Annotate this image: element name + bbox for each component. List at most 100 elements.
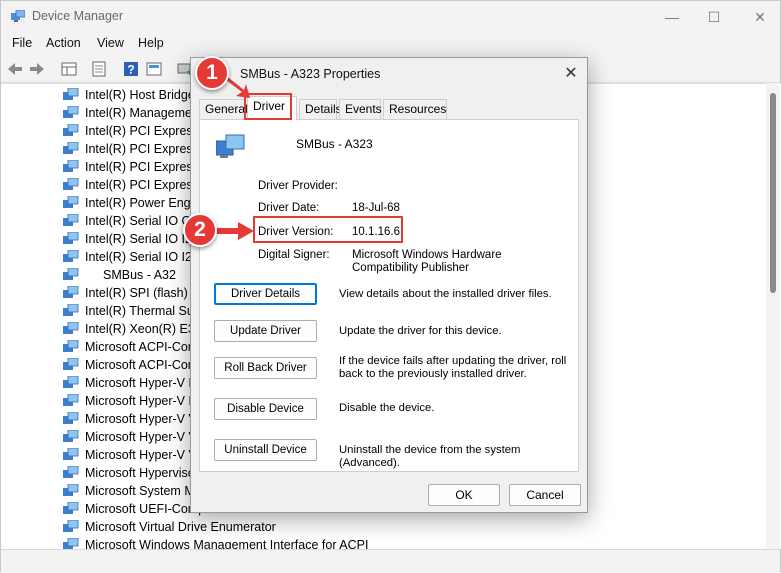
dialog-close-button[interactable]: ✕ [559, 64, 583, 84]
tree-item[interactable]: Microsoft Hyper-V V [63, 446, 197, 464]
system-device-icon [63, 484, 79, 496]
tree-item-label: Intel(R) Host Bridge/ [85, 88, 199, 102]
digital-signer-value: Microsoft Windows Hardware Compatibility… [352, 249, 502, 274]
tree-item-label: Microsoft System M [85, 484, 195, 498]
device-manager-icon [11, 10, 25, 22]
status-bar [1, 549, 780, 573]
tree-item-label: Intel(R) Serial IO I2 [85, 232, 192, 246]
maximize-button[interactable]: ☐ [691, 1, 737, 33]
step-1-marker: 1 [195, 56, 229, 90]
vertical-scrollbar[interactable] [766, 83, 780, 549]
system-device-icon [63, 196, 79, 208]
title-bar: Device Manager — ☐ ✕ [1, 1, 780, 33]
system-device-icon [63, 268, 79, 280]
system-device-icon [63, 430, 79, 442]
tree-item[interactable]: Intel(R) Power Engin [63, 194, 200, 212]
tree-item-label: Intel(R) SPI (flash) Co [85, 286, 208, 300]
system-device-icon [63, 520, 79, 532]
scrollbar-thumb[interactable] [770, 93, 776, 293]
tree-item[interactable]: Microsoft Hyper-V N [63, 374, 198, 392]
tree-item[interactable]: Intel(R) Xeon(R) E3 - [63, 320, 202, 338]
tree-item-label: Microsoft ACPI-Com [85, 340, 199, 354]
uninstall-device-description: Uninstall the device from the system (Ad… [339, 444, 521, 469]
update-driver-button[interactable]: Update Driver [214, 320, 317, 342]
help-icon[interactable]: ? [121, 59, 141, 79]
digital-signer-label: Digital Signer: [258, 249, 330, 261]
tree-item-label: Microsoft ACPI-Com [85, 358, 199, 372]
tree-item[interactable]: Microsoft UEFI-Comp [63, 500, 205, 518]
step-2-marker: 2 [183, 213, 217, 247]
forward-arrow-icon[interactable] [27, 59, 47, 79]
tree-item[interactable]: Intel(R) Management [63, 104, 202, 122]
menu-bar: File Action View Help [1, 33, 780, 55]
tree-item-label: SMBus - A32 [103, 268, 176, 282]
driver-details-button[interactable]: Driver Details [214, 283, 317, 305]
tab-details[interactable]: Details [299, 99, 342, 119]
system-device-icon [63, 466, 79, 478]
tree-item[interactable]: Intel(R) Thermal Sub [63, 302, 201, 320]
properties-dialog: SMBus - A323 Properties ✕ General Driver… [190, 57, 588, 513]
properties-grid-icon[interactable] [59, 59, 79, 79]
cancel-button[interactable]: Cancel [509, 484, 581, 506]
uninstall-device-button[interactable]: Uninstall Device [214, 439, 317, 461]
tree-item[interactable]: Intel(R) SPI (flash) Co [63, 284, 207, 302]
menu-help[interactable]: Help [138, 36, 164, 50]
menu-file[interactable]: File [12, 36, 32, 50]
system-device-icon [63, 286, 79, 298]
tree-item[interactable]: Microsoft Hyper-V V [63, 410, 197, 428]
back-arrow-icon[interactable] [5, 59, 25, 79]
tree-item-label: Microsoft Virtual Drive Enumerator [85, 520, 276, 534]
system-device-icon [63, 376, 79, 388]
system-device-icon [63, 538, 79, 549]
disable-device-description: Disable the device. [339, 402, 435, 414]
tree-item-label: Microsoft UEFI-Comp [85, 502, 206, 516]
tree-item-label: Microsoft Hyper-V N [85, 376, 198, 390]
tree-item[interactable]: Microsoft ACPI-Com [63, 338, 198, 356]
system-device-icon [63, 502, 79, 514]
tab-general[interactable]: General [199, 99, 248, 119]
roll-back-driver-description: If the device fails after updating the d… [339, 355, 567, 380]
tree-item-label: Intel(R) Xeon(R) E3 - [85, 322, 203, 336]
arrow-icon [212, 222, 254, 240]
tree-item[interactable]: Intel(R) Host Bridge/ [63, 86, 198, 104]
system-device-icon [63, 106, 79, 118]
tree-item[interactable]: Microsoft Hyper-V V [63, 428, 197, 446]
driver-version-highlight [253, 216, 403, 243]
tree-item[interactable]: Microsoft Hyper-V P [63, 392, 197, 410]
svg-text:?: ? [127, 63, 134, 77]
close-button[interactable]: ✕ [737, 1, 781, 33]
tree-item-label: Intel(R) Thermal Sub [85, 304, 201, 318]
tree-item[interactable]: Microsoft System M [63, 482, 195, 500]
tree-item[interactable]: Intel(R) Serial IO I2 [63, 230, 192, 248]
ok-button[interactable]: OK [428, 484, 500, 506]
system-device-icon [63, 448, 79, 460]
tree-item-label: Intel(R) Serial IO I2C [85, 250, 202, 264]
list-view-icon[interactable] [89, 59, 109, 79]
driver-provider-label: Driver Provider: [258, 180, 338, 192]
tree-item[interactable]: Intel(R) Serial IO I2C [63, 248, 201, 266]
tab-resources[interactable]: Resources [383, 99, 447, 119]
tree-item[interactable]: SMBus - A32 [63, 266, 176, 284]
tree-item[interactable]: Intel(R) Serial IO GP [63, 212, 200, 230]
tree-item-label: Microsoft Hyper-V P [85, 394, 197, 408]
driver-date-value: 18-Jul-68 [352, 202, 400, 214]
disable-device-button[interactable]: Disable Device [214, 398, 317, 420]
menu-action[interactable]: Action [46, 36, 81, 50]
tab-events[interactable]: Events [339, 99, 382, 119]
system-device-icon [216, 134, 245, 158]
roll-back-driver-button[interactable]: Roll Back Driver [214, 357, 317, 379]
scan-hardware-icon[interactable] [144, 59, 164, 79]
tree-item[interactable]: Microsoft ACPI-Com [63, 356, 198, 374]
system-device-icon [63, 142, 79, 154]
system-device-icon [63, 232, 79, 244]
tree-item-label: Microsoft Hyper-V V [85, 448, 197, 462]
tree-item[interactable]: Microsoft Virtual Drive Enumerator [63, 518, 276, 536]
menu-view[interactable]: View [97, 36, 124, 50]
tree-item[interactable]: Microsoft Windows Management Interface f… [63, 536, 368, 549]
system-device-icon [63, 394, 79, 406]
tree-item[interactable]: Microsoft Hyperviso [63, 464, 195, 482]
system-device-icon [63, 214, 79, 226]
minimize-button[interactable]: — [649, 1, 695, 33]
tree-item-label: Microsoft Hyperviso [85, 466, 195, 480]
update-driver-description: Update the driver for this device. [339, 325, 502, 337]
